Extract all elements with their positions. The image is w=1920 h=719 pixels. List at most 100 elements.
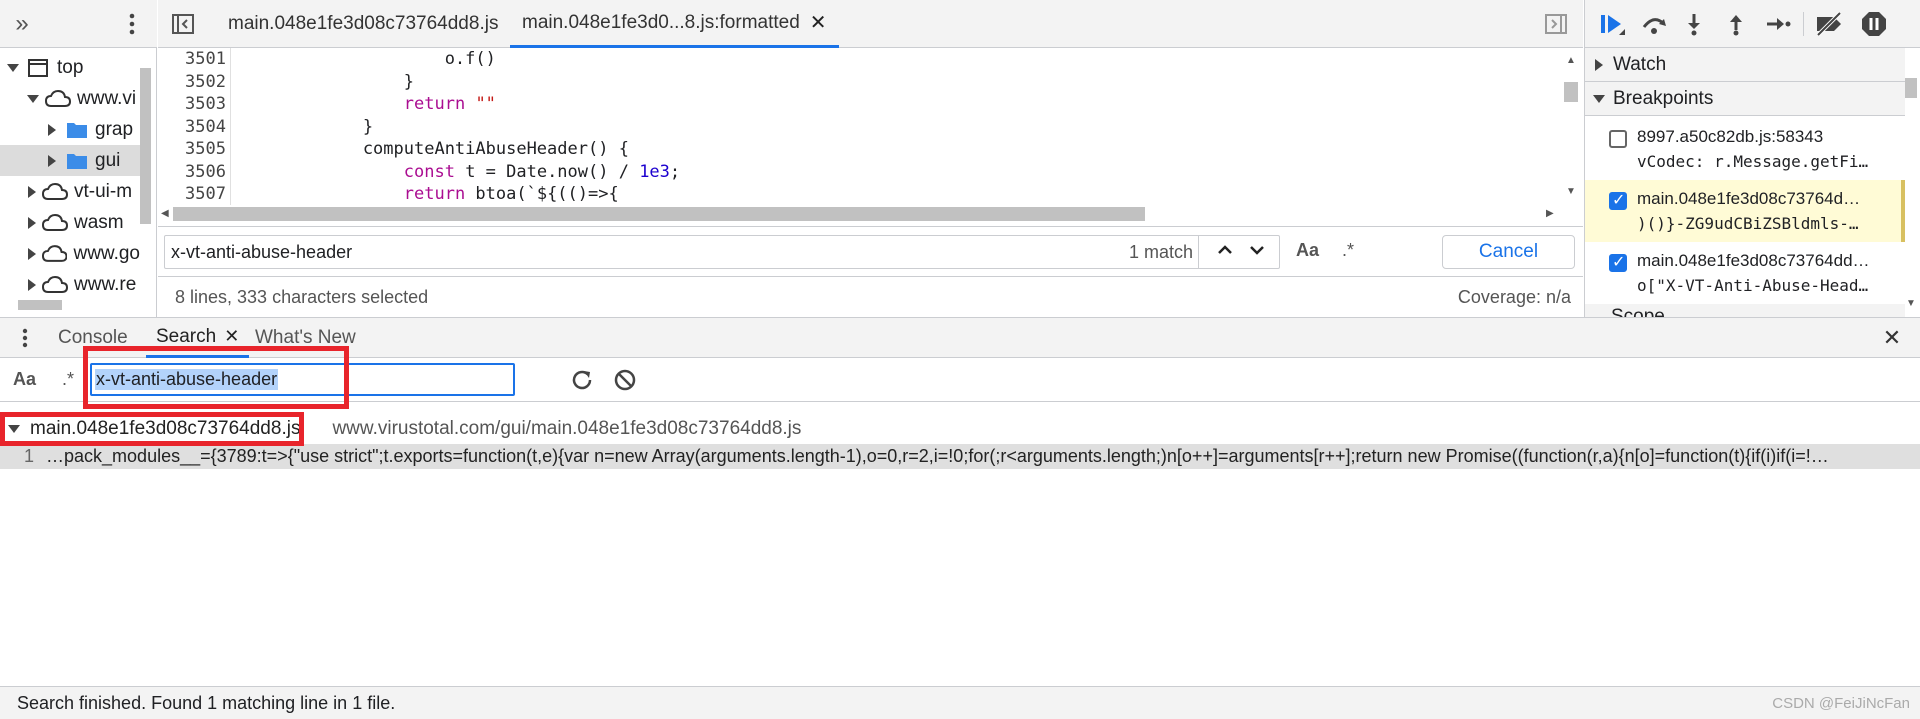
file-navigator: » top www.vi grap gui vt-ui-m wasm www.g… [0,0,157,318]
find-query: x-vt-anti-abuse-header [171,242,353,262]
close-tab-icon[interactable]: ✕ [810,10,827,35]
tree-item-folder-selected[interactable]: gui [0,145,140,176]
line-number[interactable]: 3502 [158,71,226,94]
collapse-arrow-icon [1595,58,1603,71]
scope-section-header[interactable]: Scope [1585,304,1905,318]
search-status-bar: Search finished. Found 1 matching line i… [0,686,1920,719]
navigator-vertical-scrollbar[interactable] [140,68,151,224]
code-line[interactable]: 3501 o.f() [158,48,1558,71]
scroll-down-arrow-icon[interactable]: ▼ [1566,186,1576,197]
breakpoint-item-active[interactable]: main.048e1fe3d08c73764d… )()}-ZG9udCBiZS… [1585,180,1905,242]
tree-item-domain[interactable]: www.re [0,269,140,300]
line-number[interactable]: 3506 [158,161,226,184]
tree-item-folder[interactable]: grap [0,114,140,145]
code-view[interactable]: 3501 o.f() 3502 } 3503 return "" 3504 } 3505… [158,48,1568,205]
navigator-horizontal-scrollbar[interactable] [18,300,62,310]
debugger-sidebar: Watch Breakpoints 8997.a50c82db.js:58343… [1584,0,1920,318]
tab-label: main.048e1fe3d08c73764dd8.js [228,13,499,34]
collapse-arrow-icon[interactable] [48,154,56,167]
selection-status: 8 lines, 333 characters selected [175,287,429,307]
code-line[interactable]: 3505 computeAntiAbuseHeader() { [158,138,1558,161]
tree-item-domain[interactable]: vt-ui-m [0,176,140,207]
breakpoint-item[interactable]: main.048e1fe3d08c73764dd… o["X-VT-Anti-A… [1585,242,1905,304]
kebab-menu-icon[interactable] [118,10,146,38]
breakpoint-checkbox[interactable] [1609,190,1627,210]
collapse-arrow-icon[interactable] [28,247,36,260]
cloud-icon [45,89,71,107]
tree-item-label: gui [95,149,121,171]
tree-item-top[interactable]: top [0,52,140,83]
line-number[interactable]: 3501 [158,48,226,71]
editor-horizontal-scrollbar[interactable] [173,207,1145,221]
regex-toggle[interactable]: .* [1342,240,1354,261]
tab-main-js[interactable]: main.048e1fe3d08c73764dd8.js [216,0,510,48]
match-count: 1 match [1128,242,1193,262]
cloud-icon [42,244,68,262]
scroll-down-arrow-icon[interactable]: ▼ [1906,298,1916,309]
pause-on-exceptions-icon[interactable] [1859,10,1889,38]
line-number[interactable]: 3503 [158,93,226,116]
expand-arrow-icon[interactable] [7,63,19,72]
tree-item-domain[interactable]: www.vi [0,83,140,114]
refresh-icon[interactable] [568,366,596,394]
resume-icon[interactable] [1597,10,1627,38]
toggle-debugger-icon[interactable] [1543,12,1569,36]
drawer-menu-icon[interactable] [16,326,34,350]
collapse-arrow-icon[interactable] [48,123,56,136]
breakpoint-code: )()}-ZG9udCBiZSBldmls-… [1637,214,1859,233]
clear-icon[interactable] [611,366,639,394]
scroll-right-arrow-icon[interactable]: ▶ [1546,208,1554,219]
collapse-arrow-icon[interactable] [28,278,36,291]
breakpoint-checkbox[interactable] [1609,252,1627,272]
scroll-left-arrow-icon[interactable]: ◀ [161,208,169,219]
previous-match-icon[interactable] [1215,240,1235,265]
debugger-vertical-scrollbar[interactable] [1905,78,1917,98]
expand-arrow-icon[interactable] [27,94,39,103]
highlight-box-search-input [83,346,349,409]
breakpoint-item[interactable]: 8997.a50c82db.js:58343 vCodec: r.Message… [1585,118,1905,180]
code-token: 1e3 [639,161,670,182]
step-icon[interactable] [1763,10,1793,38]
regex-toggle[interactable]: .* [62,369,74,390]
tab-main-js-formatted[interactable]: main.048e1fe3d0...8.js:formatted ✕ [510,0,839,48]
find-input[interactable]: x-vt-anti-abuse-header 1 match [164,235,1280,269]
line-number[interactable]: 3504 [158,116,226,139]
code-line[interactable]: 3502 } [158,71,1558,94]
step-out-icon[interactable] [1723,10,1749,38]
code-line[interactable]: 3507 return btoa(`${(()=>{ [158,183,1558,205]
scroll-up-arrow-icon[interactable]: ▲ [1566,55,1576,66]
tree-item-label: www.re [74,273,137,295]
breakpoints-section-header[interactable]: Breakpoints [1585,82,1905,116]
code-line[interactable]: 3504 } [158,116,1558,139]
tree-item-domain[interactable]: wasm [0,207,140,238]
line-number[interactable]: 3505 [158,138,226,161]
result-match-row[interactable]: 1 …pack_modules__={3789:t=>{"use strict"… [0,444,1920,469]
code-line[interactable]: 3506 const t = Date.now() / 1e3; [158,161,1558,184]
tree-item-domain[interactable]: www.go [0,238,140,269]
close-drawer-icon[interactable]: ✕ [1880,325,1904,350]
step-over-icon[interactable] [1639,10,1669,38]
step-into-icon[interactable] [1681,10,1707,38]
breakpoint-location: main.048e1fe3d08c73764d… [1637,189,1861,208]
more-tabs-icon[interactable]: » [8,10,36,38]
result-file-url: www.virustotal.com/gui/main.048e1fe3d08c… [332,418,802,439]
next-match-icon[interactable] [1247,240,1267,265]
code-line[interactable]: 3503 return "" [158,93,1558,116]
breakpoint-checkbox[interactable] [1609,130,1627,148]
toggle-navigator-icon[interactable] [170,12,196,36]
code-token: return [403,184,466,204]
line-code: o.f() [240,48,496,71]
collapse-arrow-icon[interactable] [28,185,36,198]
cloud-icon [42,213,68,231]
watch-section-header[interactable]: Watch [1585,48,1905,82]
breakpoint-code: vCodec: r.Message.getFi… [1637,152,1869,171]
cancel-button[interactable]: Cancel [1442,235,1575,269]
close-tab-icon[interactable]: ✕ [224,326,239,347]
match-case-toggle[interactable]: Aa [13,369,36,390]
line-number[interactable]: 3507 [158,183,226,205]
match-case-toggle[interactable]: Aa [1296,240,1319,261]
collapse-arrow-icon[interactable] [28,216,36,229]
deactivate-breakpoints-icon[interactable] [1813,10,1845,38]
editor-vertical-scrollbar[interactable] [1564,82,1578,102]
